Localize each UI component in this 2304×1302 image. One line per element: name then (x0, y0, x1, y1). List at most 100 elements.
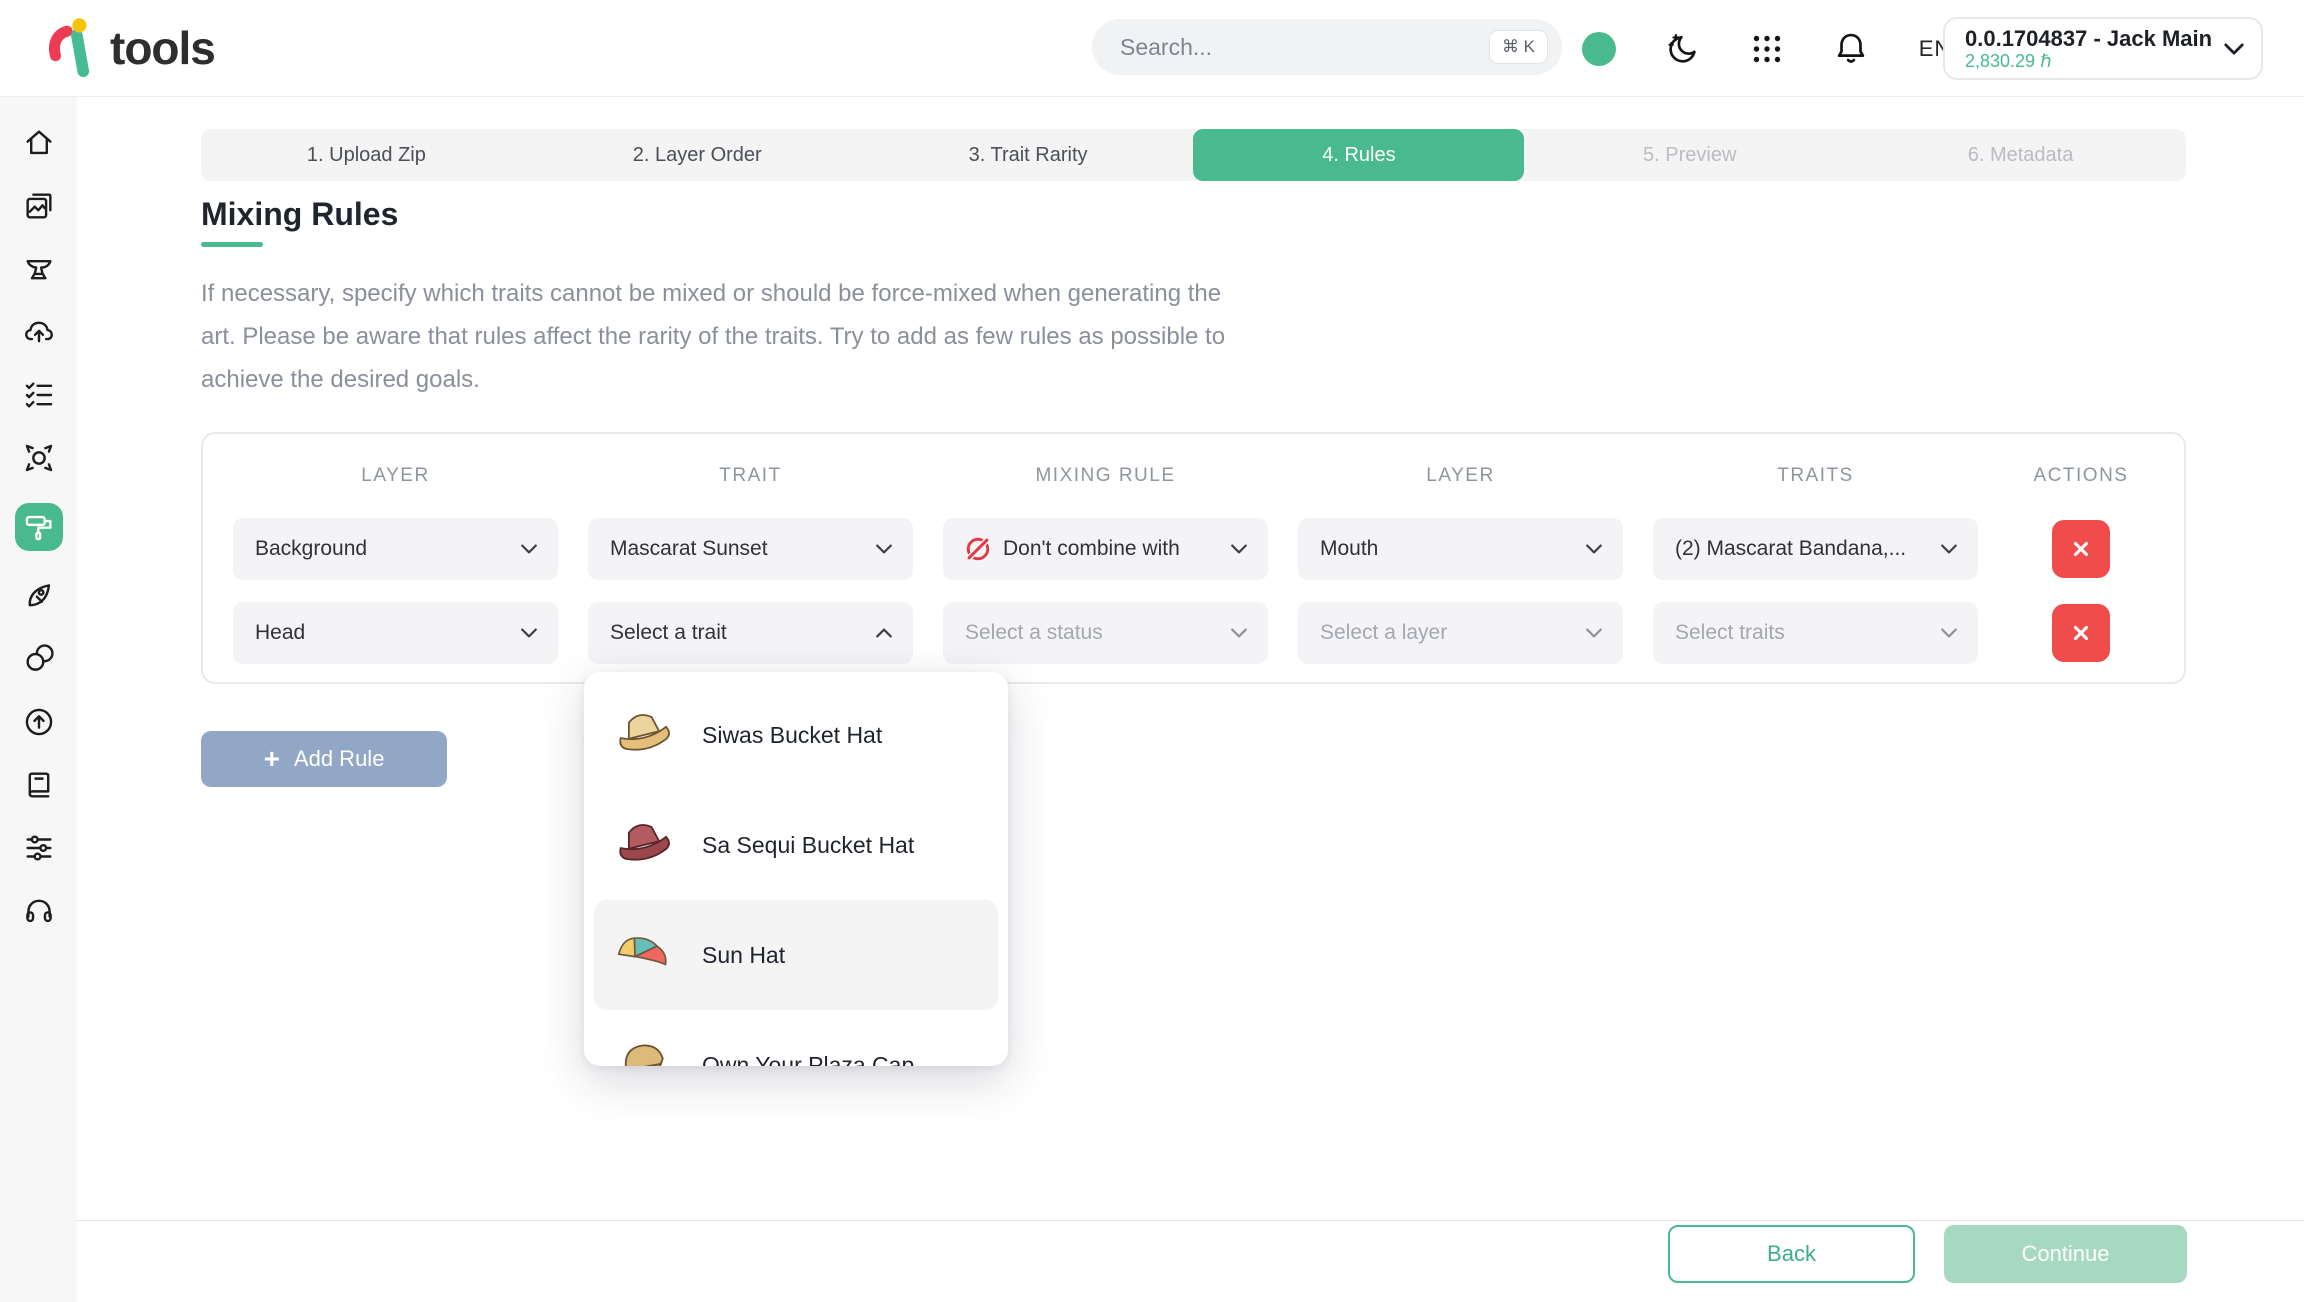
close-icon (2070, 538, 2092, 560)
footer-bar: Back Continue (77, 1220, 2304, 1302)
trait-option-sa-sequi-bucket-hat[interactable]: Sa Sequi Bucket Hat (594, 790, 998, 900)
trait-option-sun-hat[interactable]: Sun Hat (594, 900, 998, 1010)
headset-icon (22, 894, 56, 928)
chevron-down-icon (1940, 543, 1958, 555)
target-layer-select[interactable]: Mouth (1298, 518, 1623, 580)
anvil-icon (22, 252, 56, 286)
step-rules[interactable]: 4. Rules (1193, 129, 1524, 181)
home-icon (22, 126, 56, 160)
target-layer-select[interactable]: Select a layer (1298, 602, 1623, 664)
sun-hat-icon (608, 929, 680, 981)
back-button[interactable]: Back (1668, 1225, 1915, 1283)
target-traits-select[interactable]: Select traits (1653, 602, 1978, 664)
focus-icon (22, 441, 56, 475)
sidebar-item-checklist[interactable] (15, 377, 63, 413)
account-balance: 2,830.29 ℏ (1965, 51, 2223, 72)
add-rule-label: Add Rule (294, 746, 385, 772)
trait-select-open[interactable]: Select a trait (588, 602, 913, 664)
chevron-down-icon (520, 543, 538, 555)
sidebar-item-support[interactable] (15, 893, 63, 929)
app-header: tools Search... ⌘ K (0, 0, 2304, 97)
column-header-traits: TRAITS (1653, 465, 1978, 487)
bell-icon (1832, 30, 1870, 68)
mixing-rule-select[interactable]: Select a status (943, 602, 1268, 664)
chevron-down-icon (1585, 543, 1603, 555)
title-underline (201, 242, 263, 247)
wizard-stepper: 1. Upload Zip 2. Layer Order 3. Trait Ra… (201, 129, 2186, 181)
brand-logo[interactable]: tools (42, 17, 215, 79)
step-upload-zip[interactable]: 1. Upload Zip (201, 129, 532, 181)
notifications-button[interactable] (1829, 27, 1873, 71)
close-icon (2070, 622, 2092, 644)
sliders-icon (22, 831, 56, 865)
sidebar-item-upload-zip[interactable] (15, 314, 63, 350)
rules-table: LAYER TRAIT MIXING RULE LAYER TRAITS ACT… (201, 432, 2186, 684)
column-header-layer: LAYER (233, 465, 558, 487)
gallery-icon (22, 189, 56, 223)
paint-roller-icon (22, 510, 56, 544)
layer-select[interactable]: Head (233, 602, 558, 664)
search-placeholder: Search... (1120, 34, 1489, 61)
sidebar-item-gallery[interactable] (15, 188, 63, 224)
sidebar-item-forge[interactable] (15, 251, 63, 287)
delete-rule-button[interactable] (2052, 604, 2110, 662)
step-layer-order[interactable]: 2. Layer Order (532, 129, 863, 181)
sidebar-item-docs[interactable] (15, 767, 63, 803)
upload-circle-icon (22, 705, 56, 739)
dark-mode-toggle[interactable] (1661, 27, 1705, 71)
coins-icon (22, 642, 56, 676)
chevron-down-icon (1940, 627, 1958, 639)
step-metadata[interactable]: 6. Metadata (1855, 129, 2186, 181)
cap-icon (608, 1039, 680, 1066)
moon-icon (1664, 30, 1702, 68)
chevron-down-icon (520, 627, 538, 639)
add-rule-button[interactable]: + Add Rule (201, 731, 447, 787)
sidebar-item-home[interactable] (15, 125, 63, 161)
chevron-down-icon (1230, 543, 1248, 555)
rules-table-header: LAYER TRAIT MIXING RULE LAYER TRAITS ACT… (233, 456, 2154, 496)
ban-icon (965, 536, 991, 562)
sidebar-item-launch[interactable] (15, 578, 63, 614)
trait-option-siwas-bucket-hat[interactable]: Siwas Bucket Hat (594, 680, 998, 790)
page-description: If necessary, specify which traits canno… (201, 272, 1251, 401)
column-header-actions: ACTIONS (2008, 465, 2154, 487)
trait-dropdown: Siwas Bucket Hat Sa Sequi Bucket Hat (584, 672, 1008, 1066)
trait-select[interactable]: Mascarat Sunset (588, 518, 913, 580)
apps-menu-button[interactable] (1745, 27, 1789, 71)
chevron-down-icon (1585, 627, 1603, 639)
step-trait-rarity[interactable]: 3. Trait Rarity (863, 129, 1194, 181)
rule-row-1: Background Mascarat Sunset (233, 518, 2154, 580)
trait-option-own-your-plaza-cap[interactable]: Own Your Plaza Cap (594, 1010, 998, 1066)
target-traits-select[interactable]: (2) Mascarat Bandana,... (1653, 518, 1978, 580)
brand-logo-icon (42, 17, 100, 79)
cloud-upload-icon (22, 315, 56, 349)
chevron-down-icon (875, 543, 893, 555)
bucket-hat-icon (608, 709, 680, 761)
mixing-rule-select[interactable]: Don't combine with (943, 518, 1268, 580)
sidebar-item-tokens[interactable] (15, 641, 63, 677)
column-header-target-layer: LAYER (1298, 465, 1623, 487)
layer-select[interactable]: Background (233, 518, 558, 580)
rule-row-2: Head Select a trait Select a status Sele… (233, 602, 2154, 664)
status-dot-icon (1582, 32, 1616, 66)
sidebar (0, 97, 77, 1302)
rocket-icon (22, 579, 56, 613)
step-preview[interactable]: 5. Preview (1524, 129, 1855, 181)
chevron-down-icon (2223, 42, 2245, 56)
checklist-icon (22, 378, 56, 412)
search-shortcut-badge: ⌘ K (1489, 30, 1548, 64)
sidebar-item-art-engine[interactable] (15, 503, 63, 551)
account-menu[interactable]: 0.0.1704837 - Jack Main 2,830.29 ℏ (1943, 17, 2263, 80)
main-content: 1. Upload Zip 2. Layer Order 3. Trait Ra… (77, 97, 2304, 1302)
search-input[interactable]: Search... ⌘ K (1092, 19, 1562, 75)
sidebar-item-focus[interactable] (15, 440, 63, 476)
sidebar-item-settings[interactable] (15, 830, 63, 866)
column-header-mixing-rule: MIXING RULE (943, 465, 1268, 487)
column-header-trait: TRAIT (588, 465, 913, 487)
connection-status-indicator[interactable] (1577, 27, 1621, 71)
delete-rule-button[interactable] (2052, 520, 2110, 578)
sidebar-item-publish[interactable] (15, 704, 63, 740)
continue-button[interactable]: Continue (1944, 1225, 2187, 1283)
chevron-down-icon (1230, 627, 1248, 639)
account-id: 0.0.1704837 - Jack Main (1965, 26, 2223, 51)
